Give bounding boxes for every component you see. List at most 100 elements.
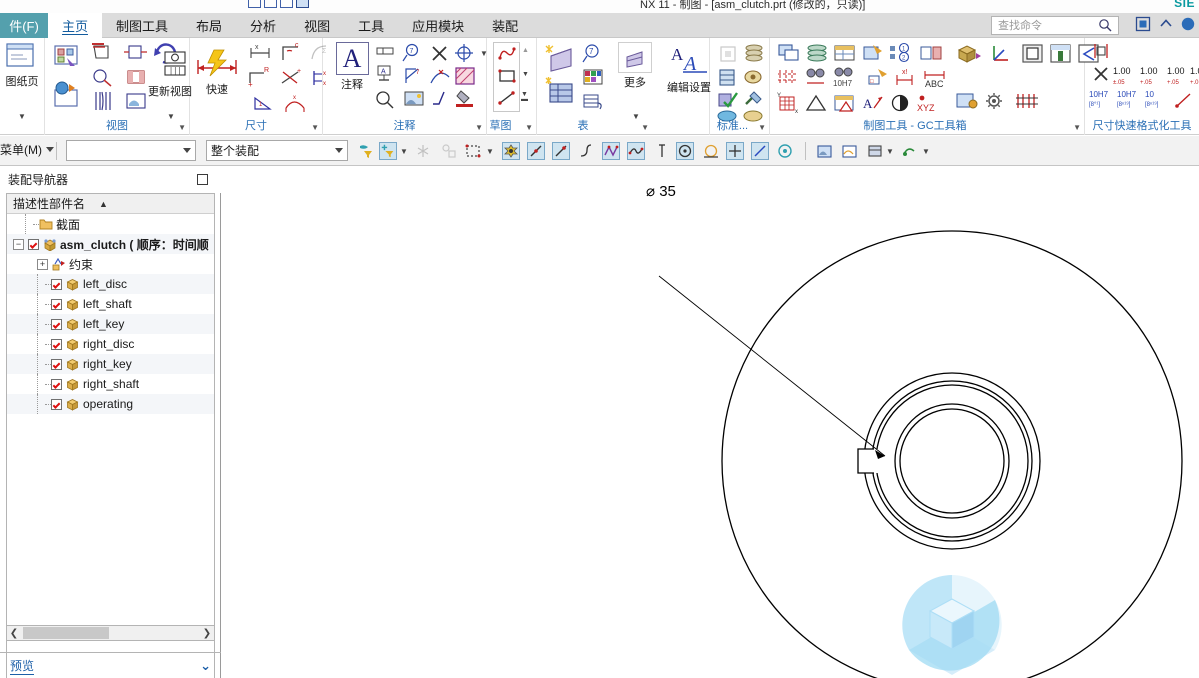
view-break-icon[interactable] [90,90,116,112]
tree-row-checkbox[interactable] [51,378,62,390]
tab-2[interactable]: 布局 [182,13,236,38]
auto-balloon-icon[interactable]: 7 [581,42,605,64]
balloon-sort-icon[interactable]: 1 2 [888,42,916,64]
move-object-icon[interactable] [900,142,918,160]
assembly-scope-combo[interactable]: 整个装配 [206,140,348,161]
view-wireframe-icon[interactable] [840,142,858,160]
tolerance-4[interactable]: 1.00 +.0 [1190,66,1199,86]
area-fill-icon[interactable] [453,88,477,110]
view-group-dialog-launcher[interactable]: ▼ [178,123,186,132]
filter-dropdown-arrow[interactable]: ▼ [400,147,408,156]
label-tool-icon[interactable] [918,42,944,64]
snap-endpoint-icon[interactable] [527,142,545,160]
table-warning-icon[interactable] [832,92,858,114]
tree-row-checkbox[interactable] [51,318,62,330]
tab-3[interactable]: 分析 [236,13,290,38]
tree-column-header[interactable]: 描述性部件名 ▲ [7,194,214,214]
tree-row-0[interactable]: 截面 [7,214,214,234]
sketch-group-dialog-launcher[interactable]: ▼ [525,123,533,132]
quick-dimension-button[interactable]: 快速 [193,46,241,97]
csys-icon[interactable] [988,42,1014,66]
tab-5[interactable]: 工具 [344,13,398,38]
center-line-tool-icon[interactable] [776,66,802,88]
sketch-rectangle-icon[interactable] [496,66,518,86]
table-edit-icon[interactable] [581,90,605,112]
center-mark-icon[interactable] [453,42,477,64]
table-tool-icon[interactable] [832,42,858,64]
snap-quadrant-icon[interactable] [653,142,671,160]
snap-intersection-icon[interactable] [602,142,620,160]
table-more-button[interactable]: 更多 [611,42,659,90]
draft-view-icon[interactable] [123,90,149,112]
arc-length-dimension-icon[interactable]: x [282,92,310,114]
xyz-coordinate-icon[interactable]: XYZ [916,92,946,114]
tab-1[interactable]: 制图工具 [102,13,182,38]
table-more-dropdown-arrow[interactable]: ▼ [632,112,640,121]
library-icon[interactable] [716,66,740,88]
sketch-scroll-up-arrow[interactable]: ▲ [522,47,529,54]
view-manager-icon[interactable] [742,66,766,88]
diameter-dimension-label[interactable]: ⌀ 35 [646,182,676,200]
sketch-profile-icon[interactable] [496,44,518,64]
tab-0[interactable]: 主页 [48,13,103,38]
image-insert-icon[interactable] [402,88,426,110]
snap-tangent-icon[interactable] [702,142,720,160]
dim-style-icon[interactable] [1173,90,1195,112]
clear-tolerance-icon[interactable] [1091,64,1111,84]
tree-row-1[interactable]: − asm_clutch ( 顺序：时间顺 [7,234,214,254]
layer-settings-icon[interactable] [866,142,884,160]
linear-dimension-icon[interactable]: x [246,42,274,64]
tree-row-checkbox[interactable] [51,358,62,370]
view-overlay-icon[interactable] [776,42,802,64]
view-shaded-icon[interactable] [815,142,833,160]
sketch-scroll-down-arrow[interactable]: ▼ [522,71,529,78]
measure-dist-icon[interactable] [804,66,830,88]
tolerance-3[interactable]: 1.00 +.05 [1167,66,1185,86]
rubber-band-select-icon[interactable] [464,142,482,160]
tools-icon[interactable] [742,88,766,110]
snap-all-icon[interactable] [502,142,520,160]
snap-midpoint-icon[interactable] [552,142,570,160]
fit-code-1[interactable]: 10H7 [8°¹] [1089,90,1108,108]
filter-within-work-part-icon[interactable] [357,142,375,160]
drawing-canvas[interactable]: ⌀ 35 [222,166,1199,678]
tab-7[interactable]: 装配 [478,13,532,38]
detail-view-icon[interactable] [123,42,149,64]
search-input[interactable] [996,17,1098,34]
datum-feature-symbol-icon[interactable]: A [373,64,399,84]
panel-pin-button[interactable] [197,174,208,185]
angular-dimension-icon[interactable]: c [278,42,306,64]
snap-center-icon[interactable] [676,142,694,160]
tree-row-checkbox[interactable] [28,238,39,250]
dim-format-icon[interactable] [1091,40,1117,62]
scroll-left-arrow-icon[interactable]: ❮ [7,628,21,639]
frame-select-icon[interactable] [1020,42,1046,66]
tree-row-checkbox[interactable] [51,298,62,310]
fit-code-3[interactable]: 10 [8ⁿ¹⁹] [1145,90,1158,108]
tree-row-5[interactable]: left_key [7,314,214,334]
sheet-dropdown-arrow[interactable]: ▼ [18,112,26,121]
gear-icon[interactable] [982,90,1008,112]
minimize-ribbon-icon[interactable] [1135,16,1151,32]
model-view-icon[interactable] [954,42,982,66]
tab-6[interactable]: 应用模块 [398,13,478,38]
new-file-icon[interactable] [248,0,261,8]
tree-row-2[interactable]: + 约束 [7,254,214,274]
dim-x-icon[interactable]: x! [894,66,920,88]
tree-horizontal-scrollbar[interactable]: ❮ ❯ [6,625,215,641]
dimension-group-dialog-launcher[interactable]: ▼ [311,123,319,132]
tree-row-checkbox[interactable] [51,398,62,410]
sketch-more-arrow[interactable]: ▼ ▬ [521,91,528,103]
tangent-intersection-icon[interactable] [429,65,451,87]
tolerance-1[interactable]: 1.00 ±.05 [1113,66,1131,86]
feature-control-frame-icon[interactable] [373,43,399,61]
abc-dimension-icon[interactable]: ABC [922,66,956,90]
stack-views-icon[interactable] [804,42,830,64]
selection-filter-combo[interactable] [66,140,196,161]
tree-row-3[interactable]: left_disc [7,274,214,294]
standard-group-dropdown[interactable]: ▼ [758,123,766,132]
ordinate-grid-icon[interactable]: Y x [776,92,802,114]
tree-row-4[interactable]: left_shaft [7,294,214,314]
layer-dropdown-arrow[interactable]: ▼ [886,147,894,156]
sketch-line-icon[interactable] [496,88,518,108]
